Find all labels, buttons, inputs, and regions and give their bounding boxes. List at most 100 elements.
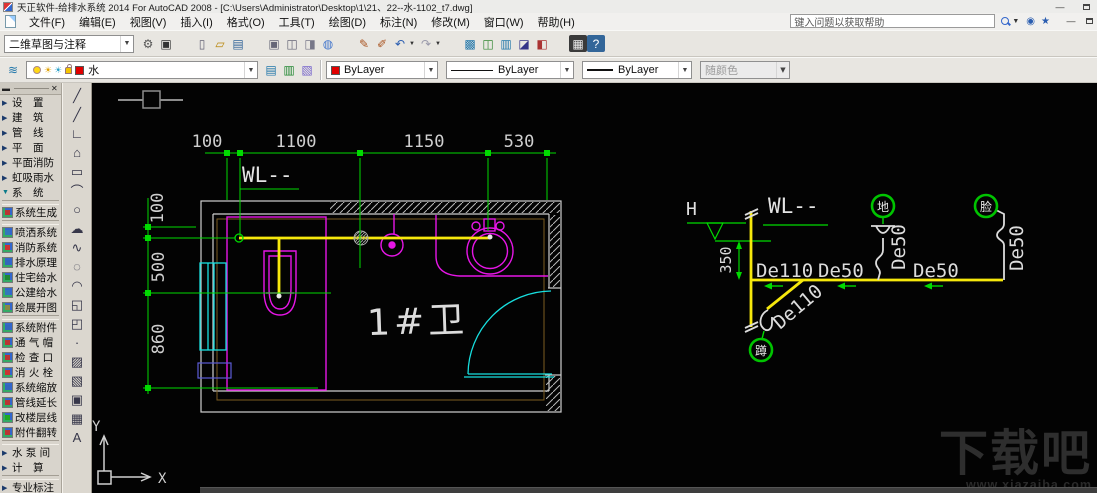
workspace-save-icon[interactable]: ▣▼ <box>157 35 175 52</box>
sidebar-item-system-accessories[interactable]: 系统附件 <box>0 320 61 335</box>
menu-file[interactable]: 文件(F) <box>22 13 72 31</box>
drawing-canvas[interactable]: 100 1100 1150 530 100 500 860 WL-- 1#卫 蹲… <box>92 83 1097 493</box>
sidebar-item-public-supply[interactable]: 公建给水 <box>0 285 61 300</box>
line-icon[interactable]: ╱ <box>63 86 91 105</box>
sidebar-item-plan[interactable]: ▶ 平 面 <box>0 140 61 155</box>
sidebar-item-pump-room[interactable]: ▶ 水 泵 间 <box>0 445 61 460</box>
lineweight-dropdown[interactable]: ByLayer ▼ <box>582 61 692 79</box>
menu-draw[interactable]: 绘图(D) <box>322 13 373 31</box>
layer-freeze-icon[interactable]: ☀ <box>44 65 52 76</box>
sidebar-item-inspection-port[interactable]: 检 查 口 <box>0 350 61 365</box>
restore-button[interactable] <box>1078 1 1094 12</box>
sidebar-item-accessory-flip[interactable]: 附件翻转 <box>0 425 61 440</box>
sidebar-item-professional-annotation[interactable]: ▶ 专业标注 <box>0 480 61 493</box>
menu-format[interactable]: 格式(O) <box>220 13 272 31</box>
sidebar-item-fire-hydrant[interactable]: 消 火 栓 <box>0 365 61 380</box>
circle-icon[interactable]: ○ <box>63 200 91 219</box>
revcloud-icon[interactable]: ☁ <box>63 219 91 238</box>
make-block-icon[interactable]: ◰ <box>63 314 91 333</box>
insert-block-icon[interactable]: ◱ <box>63 295 91 314</box>
sidebar-item-pipe-extend[interactable]: 管线延长 <box>0 395 61 410</box>
plot-preview-icon[interactable]: ◫▼ <box>283 35 301 52</box>
spline-icon[interactable]: ∿ <box>63 238 91 257</box>
sidebar-item-plan-fire[interactable]: ▶ 平面消防 <box>0 155 61 170</box>
plot-icon[interactable]: ▣▼ <box>265 35 283 52</box>
layer-properties-icon[interactable]: ▤ <box>262 62 280 79</box>
doc-minimize-button[interactable]: — <box>1063 16 1079 27</box>
sidebar-item-system-generate[interactable]: 系统生成 <box>0 205 61 220</box>
sidebar-item-system[interactable]: ▼ 系 统 <box>0 185 61 200</box>
arc-icon[interactable]: ⌒ <box>63 181 91 200</box>
sidebar-item-settings[interactable]: ▶ 设 置 <box>0 95 61 110</box>
communication-center-icon[interactable]: ◉ <box>1026 16 1035 27</box>
menu-view[interactable]: 视图(V) <box>123 13 174 31</box>
sidebar-item-change-floor-line[interactable]: 改楼层线 <box>0 410 61 425</box>
menu-window[interactable]: 窗口(W) <box>477 13 531 31</box>
mtext-icon[interactable]: A <box>63 428 91 447</box>
save-icon[interactable]: ▤▼ <box>229 35 247 52</box>
panel-grip[interactable] <box>14 88 49 89</box>
sidebar-item-calculation[interactable]: ▶ 计 算 <box>0 460 61 475</box>
help-search-input[interactable] <box>790 14 996 28</box>
search-icon[interactable] <box>1001 16 1010 26</box>
sidebar-item-residential-supply[interactable]: 住宅给水 <box>0 270 61 285</box>
table-icon[interactable]: ▦ <box>63 409 91 428</box>
new-file-icon[interactable]: ▯▼ <box>193 35 211 52</box>
menu-help[interactable]: 帮助(H) <box>531 13 582 31</box>
tz-convert-icon[interactable]: ◧▼ <box>533 35 551 52</box>
sidebar-item-pipeline[interactable]: ▶ 管 线 <box>0 125 61 140</box>
layer-on-icon[interactable] <box>33 66 41 74</box>
menu-dimension[interactable]: 标注(N) <box>373 13 424 31</box>
region-icon[interactable]: ▣ <box>63 390 91 409</box>
layer-dropdown[interactable]: ☀ ☀ 水 ▼ <box>26 61 258 79</box>
redo-icon[interactable]: ↷ ▼ <box>417 35 441 52</box>
ellipse-arc-icon[interactable]: ◠ <box>63 276 91 295</box>
construction-line-icon[interactable]: ╱ <box>63 105 91 124</box>
sidebar-item-building[interactable]: ▶ 建 筑 <box>0 110 61 125</box>
sidebar-item-siphon-rain[interactable]: ▶ 虹吸雨水 <box>0 170 61 185</box>
polygon-icon[interactable]: ⌂ <box>63 143 91 162</box>
tz-sheet-icon[interactable]: ▥▼ <box>497 35 515 52</box>
calculator-icon[interactable]: ▦▼ <box>569 35 587 52</box>
horizontal-scrollbar[interactable] <box>200 487 1097 493</box>
linetype-dropdown[interactable]: ByLayer ▼ <box>446 61 574 79</box>
color-dropdown[interactable]: ByLayer ▼ <box>326 61 438 79</box>
search-caret-icon[interactable]: ▼ <box>1012 18 1019 25</box>
ellipse-icon[interactable]: ◌ <box>63 257 91 276</box>
hatch-icon[interactable]: ▨ <box>63 352 91 371</box>
layer-vp-freeze-icon[interactable]: ☀ <box>54 65 62 76</box>
doc-restore-button[interactable] <box>1081 16 1097 27</box>
publish-icon[interactable]: ◨▼ <box>301 35 319 52</box>
layer-states-icon[interactable]: ▥ <box>280 62 298 79</box>
workspace-dropdown[interactable]: 二维草图与注释 ▼ <box>4 34 134 53</box>
panel-close-icon[interactable]: ✕ <box>51 84 59 93</box>
sidebar-item-system-scale[interactable]: 系统缩放 <box>0 380 61 395</box>
edit-pencil-icon[interactable]: ✐▼ <box>373 35 391 52</box>
match-properties-icon[interactable]: ✎▼ <box>355 35 373 52</box>
undo-icon[interactable]: ↶ ▼ <box>391 35 415 52</box>
sidebar-item-sprinkler-system[interactable]: 喷洒系统 <box>0 225 61 240</box>
menu-tools[interactable]: 工具(T) <box>272 13 322 31</box>
web-publish-icon[interactable]: ◍▼ <box>319 35 337 52</box>
layer-manager-icon[interactable]: ≋ <box>4 62 22 79</box>
favorites-star-icon[interactable]: ★ <box>1041 16 1050 27</box>
layer-lock-icon[interactable] <box>65 63 73 74</box>
gradient-icon[interactable]: ▧ <box>63 371 91 390</box>
open-file-icon[interactable]: ▱▼ <box>211 35 229 52</box>
tz-export-icon[interactable]: ◪▼ <box>515 35 533 52</box>
menu-edit[interactable]: 编辑(E) <box>72 13 123 31</box>
panel-minimize-icon[interactable]: ▬ <box>2 84 12 93</box>
sidebar-item-vent-cap[interactable]: 通 气 帽 <box>0 335 61 350</box>
layer-previous-icon[interactable]: ▧ <box>298 62 316 79</box>
minimize-button[interactable]: — <box>1052 1 1068 12</box>
workspace-settings-icon[interactable]: ⚙▼ <box>139 35 157 52</box>
rectangle-icon[interactable]: ▭ <box>63 162 91 181</box>
point-icon[interactable]: · <box>63 333 91 352</box>
help-icon[interactable]: ?▼ <box>587 35 605 52</box>
sidebar-item-drainage-schematic[interactable]: 排水原理 <box>0 255 61 270</box>
sidebar-item-fire-system[interactable]: 消防系统 <box>0 240 61 255</box>
tz-view-icon[interactable]: ▩▼ <box>461 35 479 52</box>
menu-modify[interactable]: 修改(M) <box>424 13 477 31</box>
sidebar-item-draw-unfolded[interactable]: 绘展开图 <box>0 300 61 315</box>
menu-insert[interactable]: 插入(I) <box>173 13 219 31</box>
